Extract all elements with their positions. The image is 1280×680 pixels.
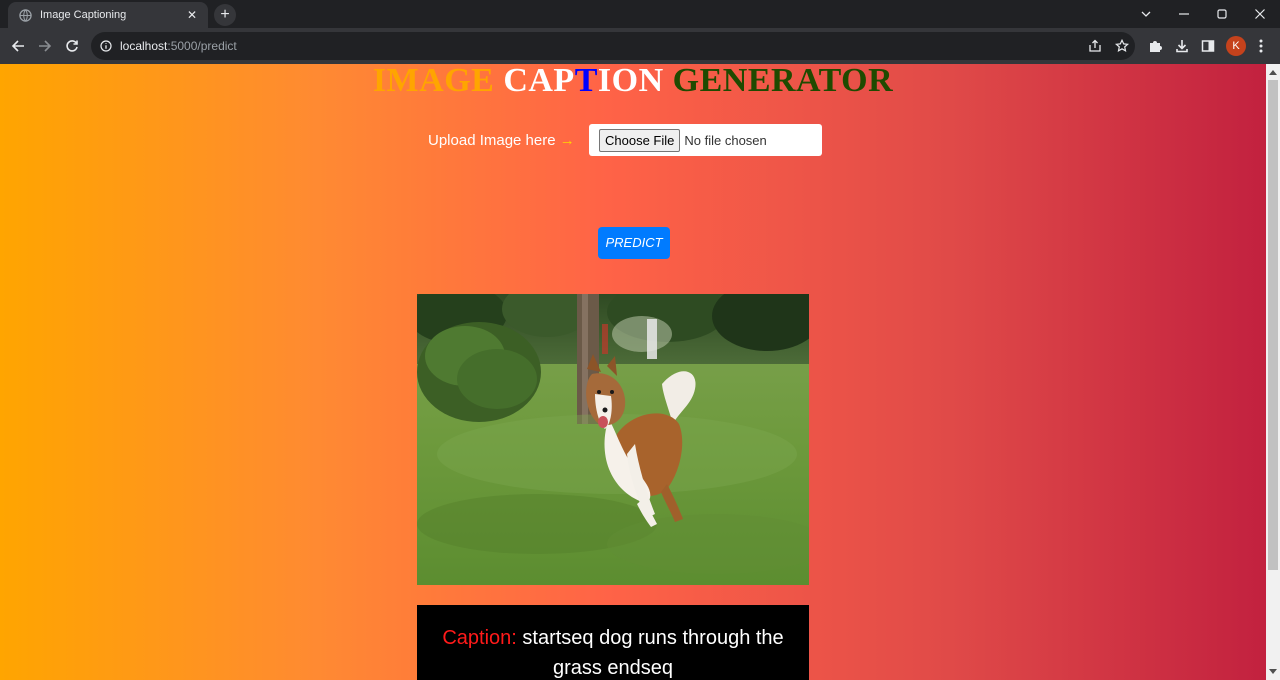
upload-label: Upload Image here → [428,132,575,149]
share-icon[interactable] [1085,36,1105,56]
tab-search-icon[interactable] [1127,0,1165,28]
globe-icon [18,8,32,22]
kebab-menu-icon[interactable] [1251,36,1271,56]
minimize-icon[interactable] [1165,0,1203,28]
download-icon[interactable] [1172,36,1192,56]
title-word-image: IMAGE [372,64,495,99]
title-word-ion: ION [597,64,664,99]
new-tab-button[interactable]: + [214,4,236,26]
caption-label: Caption: [442,627,517,649]
page-title: IMAGE CAPTION GENERATOR [0,64,1266,100]
page-viewport: IMAGE CAPTION GENERATOR Upload Image her… [0,64,1266,680]
file-input[interactable]: Choose File No file chosen [589,124,822,156]
url-path: :5000/predict [167,39,237,53]
choose-file-button[interactable]: Choose File [599,128,681,152]
scroll-up-icon[interactable] [1266,65,1280,79]
file-status: No file chosen [684,132,767,148]
side-panel-icon[interactable] [1198,36,1218,56]
scroll-thumb[interactable] [1268,80,1278,570]
reload-icon[interactable] [61,35,83,57]
star-icon[interactable] [1112,36,1132,56]
address-bar[interactable]: localhost:5000/predict [91,32,1135,60]
title-letter-t: T [574,64,598,99]
browser-toolbar: localhost:5000/predict K [0,28,1280,64]
tab-title: Image Captioning [40,9,127,21]
close-tab-icon[interactable]: ✕ [184,8,200,22]
caption-box: Caption: startseq dog runs through the g… [417,605,809,680]
upload-label-text: Upload Image here [428,132,556,149]
browser-tab[interactable]: Image Captioning ✕ [8,2,208,28]
close-window-icon[interactable] [1241,0,1279,28]
tab-strip: Image Captioning ✕ + [0,0,1280,28]
back-arrow-icon[interactable] [7,35,29,57]
restore-icon[interactable] [1203,0,1241,28]
forward-arrow-icon[interactable] [34,35,56,57]
title-word-generator: GENERATOR [672,64,894,99]
scroll-down-icon[interactable] [1266,665,1280,679]
vertical-scrollbar[interactable] [1266,64,1280,680]
arrow-right-icon: → [559,132,575,149]
url-host: localhost [120,39,168,53]
title-word-cap: CAP [503,64,575,99]
predict-button[interactable]: PREDICT [598,227,670,259]
caption-text: startseq dog runs through the grass ends… [522,627,784,679]
puzzle-icon[interactable] [1145,36,1165,56]
profile-avatar[interactable]: K [1226,36,1246,56]
info-icon[interactable] [100,40,112,52]
uploaded-image [417,294,809,585]
